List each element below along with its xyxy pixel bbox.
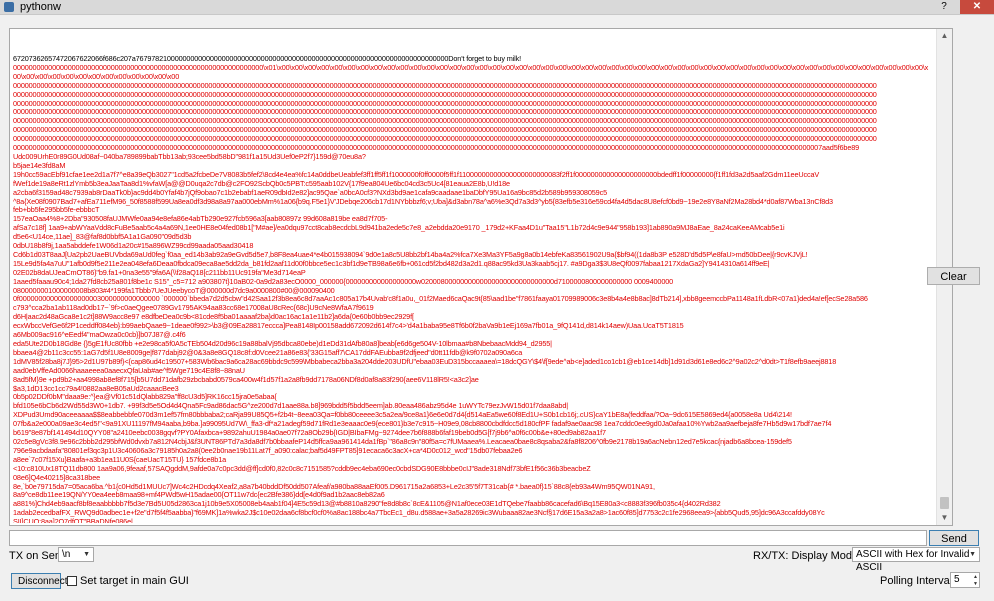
console-line: ^8a{Xe08f0907Bad7+afEa711efM96_50f8588f5… <box>13 196 833 206</box>
display-mode-select[interactable]: ASCII with Hex for Invalid ASCII ▼ <box>852 547 980 573</box>
console-line: <10:c810Ux18TQ11db800 1aa9a06,9feaaf,57S… <box>13 463 591 473</box>
console-output[interactable]: 67207362657472067622066f686c207a76797821… <box>9 28 953 526</box>
console-line: 1adab2ecedbafFX_RWQ9d0adbec1e+f2e"d7f5f4… <box>13 508 825 518</box>
help-button[interactable]: ? <box>930 0 958 14</box>
tx-on-send-value: \n <box>62 549 71 560</box>
disconnect-button[interactable]: Disconnect <box>11 573 67 589</box>
spin-down-arrow-icon[interactable]: ▼ <box>973 581 978 587</box>
set-target-checkbox[interactable] <box>67 576 77 586</box>
scroll-down-arrow-icon[interactable]: ▼ <box>937 511 952 525</box>
polling-interval-value: 5 <box>954 574 960 585</box>
tx-on-send-select[interactable]: \n ▼ <box>58 547 94 562</box>
display-mode-label: RX/TX: Display Mode <box>753 550 859 562</box>
send-input[interactable] <box>9 530 927 546</box>
set-target-label: Set target in main GUI <box>80 575 189 587</box>
title-bar: pythonw ? ✕ <box>0 0 994 15</box>
console-line: SII]CUQ:8aa]2O7dfQT"BBaDNfe086e| <box>13 517 133 523</box>
console-line: Udc009UrhE0r89G0Ud08af~040ba789899babTbb… <box>13 151 366 161</box>
console-line: 0000000000000000000000000000000000000000… <box>13 62 929 81</box>
send-button[interactable]: Send <box>929 530 979 546</box>
dropdown-arrow-icon: ▼ <box>83 551 90 558</box>
console-text: 67207362657472067622066f686c207a76797821… <box>13 55 931 523</box>
python-app-icon <box>4 2 14 12</box>
close-button[interactable]: ✕ <box>960 0 994 14</box>
dropdown-arrow-icon: ▼ <box>969 551 976 558</box>
display-mode-value: ASCII with Hex for Invalid ASCII <box>856 549 970 573</box>
spin-up-arrow-icon[interactable]: ▲ <box>973 574 978 580</box>
polling-interval-spinbox[interactable]: 5 ▲ ▼ <box>950 572 980 588</box>
window-title: pythonw <box>20 1 61 13</box>
clear-button[interactable]: Clear <box>927 267 980 285</box>
scroll-up-arrow-icon[interactable]: ▲ <box>937 29 952 43</box>
scrollbar-thumb[interactable] <box>940 497 949 509</box>
